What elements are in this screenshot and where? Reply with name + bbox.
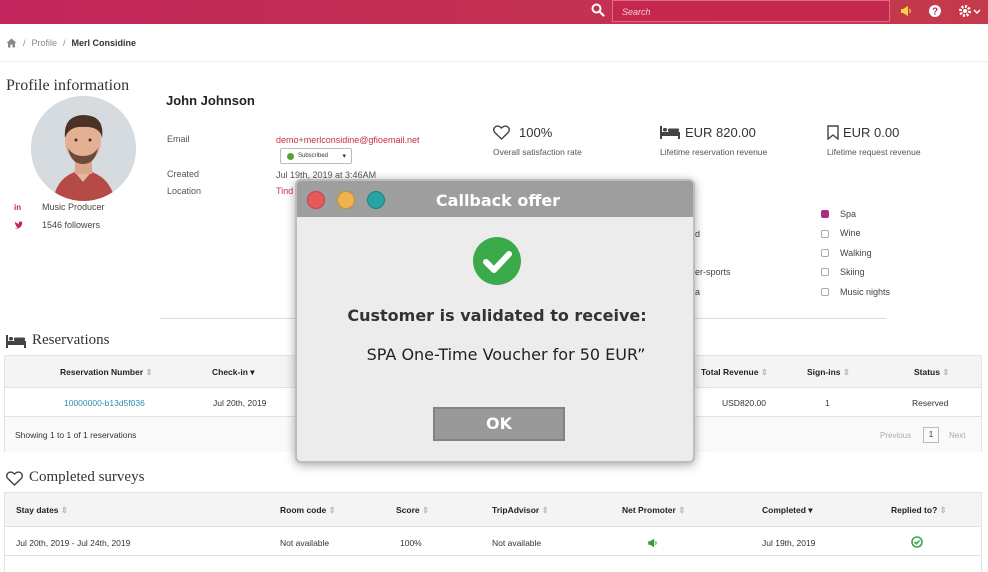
col-total-revenue[interactable]: Total Revenue ⇕ [701, 367, 768, 378]
col-stay-dates[interactable]: Stay dates ⇕ [16, 505, 68, 516]
interest-label: Walking [840, 248, 872, 258]
ok-button[interactable]: OK [433, 407, 565, 441]
interest-label: Music nights [840, 287, 891, 297]
pager-previous[interactable]: Previous [880, 431, 911, 440]
breadcrumb-separator: / [63, 38, 66, 48]
stay-dates-cell: Jul 20th, 2019 - Jul 24th, 2019 [16, 538, 131, 548]
status-cell: Reserved [912, 398, 949, 408]
heart-icon [6, 471, 23, 486]
stat-label: Overall satisfaction rate [493, 147, 582, 157]
stat-label: Lifetime reservation revenue [660, 147, 768, 157]
revenue-cell: USD820.00 [722, 398, 766, 408]
chevron-down-icon[interactable] [973, 4, 981, 18]
interest-checkbox[interactable] [821, 230, 829, 238]
breadcrumb-profile[interactable]: Profile [32, 38, 58, 48]
stat-value: EUR 820.00 [685, 125, 756, 140]
search-input[interactable]: Search [612, 0, 890, 22]
interest-partial: d [695, 229, 701, 239]
divider [0, 61, 988, 62]
created-label: Created [167, 169, 200, 179]
profile-section-title: Profile information [6, 77, 130, 94]
col-signins[interactable]: Sign-ins ⇕ [807, 367, 850, 378]
chevron-down-icon: ▾ [342, 153, 346, 160]
score-cell: 100% [400, 538, 422, 548]
breadcrumb-current: Merl Considine [71, 38, 137, 48]
interest-label: Spa [840, 209, 857, 219]
col-net-promoter[interactable]: Net Promoter ⇕ [622, 505, 685, 516]
success-check-icon [473, 237, 521, 285]
completed-cell: Jul 19th, 2019 [762, 538, 816, 548]
top-bar: Search ? [0, 0, 988, 24]
stat-value: 100% [519, 125, 553, 140]
stat-value: EUR 0.00 [843, 125, 900, 140]
table-header: Stay dates ⇕ Room code ⇕ Score ⇕ TripAdv… [5, 493, 981, 527]
divider [5, 555, 981, 556]
interest-label: Skiing [840, 267, 865, 277]
check-circle-icon [911, 536, 923, 548]
breadcrumb: / Profile / Merl Considine [6, 36, 136, 50]
megaphone-icon [648, 538, 657, 548]
bed-icon [660, 126, 680, 139]
interest-partial: er-sports [695, 267, 731, 277]
stat-label: Lifetime request revenue [827, 147, 921, 157]
col-room-code[interactable]: Room code ⇕ [280, 505, 336, 516]
dialog-title: Callback offer [435, 191, 561, 210]
avatar [31, 96, 136, 201]
status-dot [287, 153, 294, 160]
surveys-table: Stay dates ⇕ Room code ⇕ Score ⇕ TripAdv… [4, 492, 982, 572]
subscription-select[interactable]: Subscribed ▾ [280, 148, 352, 164]
pager-next[interactable]: Next [949, 431, 965, 440]
dialog-offer: SPA One-Time Voucher for 50 EUR” [366, 345, 646, 364]
col-tripadvisor[interactable]: TripAdvisor ⇕ [492, 505, 549, 516]
tripadvisor-cell: Not available [492, 538, 542, 548]
subscription-status: Subscribed [298, 153, 329, 159]
gear-icon[interactable] [958, 4, 972, 18]
bookmark-icon [827, 125, 839, 140]
callback-offer-dialog: Callback offer Customer is validated to … [295, 179, 695, 463]
person-name: John Johnson [166, 93, 255, 108]
interest-checkbox[interactable] [821, 249, 829, 257]
signins-cell: 1 [825, 398, 830, 408]
col-reservation-number[interactable]: Reservation Number ⇕ [60, 367, 153, 378]
interest-checkbox[interactable] [821, 268, 829, 276]
checkin-cell: Jul 20th, 2019 [213, 398, 267, 408]
pager-current[interactable]: 1 [923, 427, 939, 443]
home-icon[interactable] [6, 38, 17, 48]
twitter-icon[interactable] [14, 221, 23, 230]
email-label: Email [167, 134, 190, 144]
col-replied[interactable]: Replied to? ⇕ [891, 505, 947, 516]
linkedin-title: Music Producer [42, 202, 105, 212]
email-value[interactable]: demo+merlconsidine@gfioemail.net [276, 135, 419, 145]
col-status[interactable]: Status ⇕ [914, 367, 949, 378]
col-checkin[interactable]: Check-in ▾ [212, 367, 255, 378]
svg-text:?: ? [932, 7, 938, 18]
reservation-number-link[interactable]: 10000000-b13d5f036 [64, 398, 145, 408]
search-icon[interactable] [591, 3, 605, 17]
linkedin-icon[interactable]: in [14, 203, 23, 212]
room-code-cell: Not available [280, 538, 330, 548]
surveys-title: Completed surveys [29, 469, 145, 485]
interest-checkbox[interactable] [821, 210, 829, 218]
location-label: Location [167, 186, 202, 196]
reservations-title: Reservations [32, 332, 110, 348]
location-value: Tind [276, 186, 294, 196]
interest-partial: a [695, 287, 701, 297]
dialog-message: Customer is validated to receive: [347, 306, 647, 325]
col-score[interactable]: Score ⇕ [396, 505, 429, 516]
breadcrumb-separator: / [23, 38, 26, 48]
interest-checkbox[interactable] [821, 288, 829, 296]
bed-icon [6, 335, 26, 348]
heart-icon [493, 125, 510, 140]
dialog-titlebar: Callback offer [297, 181, 693, 217]
col-completed[interactable]: Completed ▾ [762, 505, 813, 516]
interest-label: Wine [840, 228, 861, 238]
twitter-followers: 1546 followers [42, 220, 101, 230]
showing-count: Showing 1 to 1 of 1 reservations [15, 430, 137, 440]
help-icon[interactable]: ? [928, 4, 942, 18]
megaphone-icon[interactable] [899, 4, 913, 18]
